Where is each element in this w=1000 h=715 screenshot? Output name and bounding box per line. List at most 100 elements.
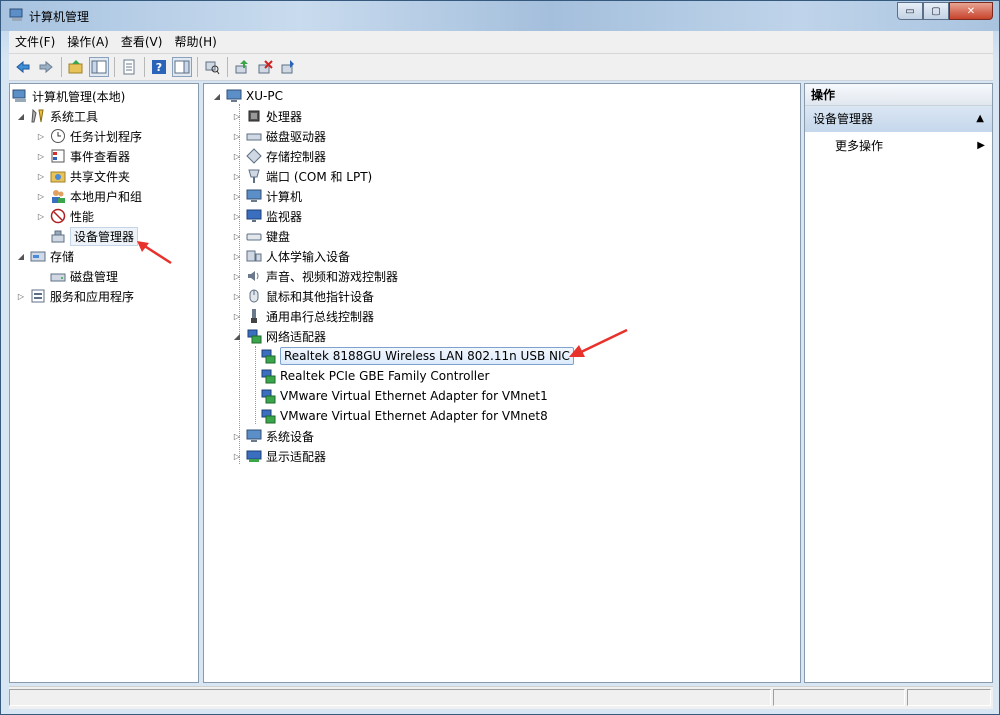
- tree-item-disk-management[interactable]: 磁盘管理: [50, 266, 118, 286]
- show-hide-action-pane-icon[interactable]: [172, 57, 192, 77]
- system-devices-icon: [246, 429, 262, 442]
- device-category[interactable]: ▷ 监视器: [232, 206, 302, 226]
- device-category[interactable]: ▷ 通用串行总线控制器: [232, 306, 374, 326]
- actions-section-device-manager[interactable]: 设备管理器 ▲: [805, 106, 992, 132]
- collapse-up-icon[interactable]: ▲: [976, 106, 984, 132]
- expand-arrow-icon[interactable]: ▷: [232, 170, 242, 182]
- clock-icon: [51, 129, 65, 143]
- device-category[interactable]: ▷ 计算机: [232, 186, 302, 206]
- expand-arrow-icon[interactable]: ▷: [232, 450, 242, 462]
- expand-arrow-icon[interactable]: ▷: [232, 250, 242, 262]
- tree-item-performance[interactable]: ▷ 性能: [36, 206, 94, 226]
- expand-arrow-icon[interactable]: ▷: [16, 290, 26, 302]
- collapse-arrow-icon[interactable]: ◢: [212, 90, 222, 102]
- expand-arrow-icon[interactable]: ▷: [36, 170, 46, 182]
- help-icon[interactable]: ?: [149, 57, 169, 77]
- device-category[interactable]: ▷ 人体学输入设备: [232, 246, 350, 266]
- device-category-network[interactable]: ◢ 网络适配器: [232, 326, 326, 346]
- tree-guide-line: [255, 346, 256, 424]
- more-actions-item[interactable]: 更多操作 ▶: [835, 136, 985, 156]
- expand-arrow-icon[interactable]: ▷: [232, 310, 242, 322]
- tree-item-local-users-groups[interactable]: ▷ 本地用户和组: [36, 186, 142, 206]
- network-adapter-item[interactable]: Realtek 8188GU Wireless LAN 802.11n USB …: [260, 346, 574, 366]
- network-adapter-item[interactable]: VMware Virtual Ethernet Adapter for VMne…: [260, 406, 548, 426]
- menu-view[interactable]: 查看(V): [115, 32, 169, 52]
- adapter-label: VMware Virtual Ethernet Adapter for VMne…: [280, 409, 548, 423]
- scan-hardware-icon[interactable]: [202, 57, 222, 77]
- expand-arrow-icon[interactable]: ▷: [232, 190, 242, 202]
- network-adapter-item[interactable]: VMware Virtual Ethernet Adapter for VMne…: [260, 386, 548, 406]
- menu-file[interactable]: 文件(F): [9, 32, 61, 52]
- submenu-arrow-icon: ▶: [977, 140, 985, 151]
- device-category[interactable]: ▷ 处理器: [232, 106, 302, 126]
- category-label: 通用串行总线控制器: [266, 309, 375, 324]
- device-category[interactable]: ▷ 存储控制器: [232, 146, 326, 166]
- actions-header: 操作: [805, 84, 992, 106]
- expand-arrow-icon[interactable]: ▷: [232, 110, 242, 122]
- forward-icon[interactable]: [36, 57, 56, 77]
- tree-label: 存储: [50, 249, 75, 264]
- device-category[interactable]: ▷ 声音、视频和游戏控制器: [232, 266, 398, 286]
- expand-arrow-icon[interactable]: ▷: [232, 130, 242, 142]
- category-label: 网络适配器: [266, 329, 327, 344]
- expand-arrow-icon[interactable]: ▷: [36, 150, 46, 162]
- console-tree-pane[interactable]: 计算机管理(本地) ◢ 系统工具 ▷ 任务计划程序 ▷ 事件查看器 ▷ 共享文件…: [9, 83, 199, 683]
- mouse-icon: [249, 289, 259, 303]
- toolbar-separator: [227, 57, 228, 77]
- tree-item-storage[interactable]: ◢ 存储: [16, 246, 74, 266]
- storage-controller-icon: [246, 148, 262, 164]
- tree-item-event-viewer[interactable]: ▷ 事件查看器: [36, 146, 130, 166]
- tree-item-device-manager[interactable]: 设备管理器: [50, 226, 139, 246]
- title-bar[interactable]: 计算机管理 ▭ ▢ ✕: [1, 1, 999, 31]
- keyboard-icon: [246, 233, 262, 241]
- uninstall-icon[interactable]: [255, 57, 275, 77]
- expand-arrow-icon[interactable]: ▷: [232, 210, 242, 222]
- monitor-icon: [246, 209, 262, 222]
- svg-text:?: ?: [156, 61, 162, 74]
- status-segment: [773, 689, 905, 706]
- tree-item-task-scheduler[interactable]: ▷ 任务计划程序: [36, 126, 142, 146]
- device-category[interactable]: ▷ 系统设备: [232, 426, 314, 446]
- properties-icon[interactable]: [119, 57, 139, 77]
- device-category[interactable]: ▷ 端口 (COM 和 LPT): [232, 166, 372, 186]
- expand-arrow-icon[interactable]: ▷: [232, 150, 242, 162]
- tree-label: 磁盘管理: [70, 269, 119, 284]
- event-log-icon: [51, 149, 65, 163]
- expand-arrow-icon[interactable]: ▷: [232, 230, 242, 242]
- expand-arrow-icon[interactable]: ▷: [36, 130, 46, 142]
- expand-arrow-icon[interactable]: ▷: [232, 290, 242, 302]
- update-driver-icon[interactable]: [232, 57, 252, 77]
- collapse-arrow-icon[interactable]: ◢: [16, 110, 26, 122]
- network-adapter-item[interactable]: Realtek PCIe GBE Family Controller: [260, 366, 489, 386]
- storage-icon: [30, 251, 46, 262]
- device-tree-pane[interactable]: ◢ XU-PC ▷ 处理器 ▷ 磁盘驱动器 ▷ 存储控制器 ▷ 端口 (COM …: [203, 83, 801, 683]
- collapse-arrow-icon[interactable]: ◢: [16, 250, 26, 262]
- expand-arrow-icon[interactable]: ▷: [232, 270, 242, 282]
- expand-arrow-icon[interactable]: ▷: [232, 430, 242, 442]
- show-hide-tree-icon[interactable]: [89, 57, 109, 77]
- device-root[interactable]: ◢ XU-PC: [212, 86, 283, 106]
- device-category[interactable]: ▷ 显示适配器: [232, 446, 326, 466]
- collapse-arrow-icon[interactable]: ◢: [232, 330, 242, 342]
- enable-device-icon[interactable]: [278, 57, 298, 77]
- network-adapter-icon: [247, 329, 262, 344]
- processor-icon: [248, 110, 260, 122]
- toolbar-separator: [197, 57, 198, 77]
- tree-item-shared-folders[interactable]: ▷ 共享文件夹: [36, 166, 130, 186]
- back-icon[interactable]: [13, 57, 33, 77]
- device-category[interactable]: ▷ 磁盘驱动器: [232, 126, 326, 146]
- device-category[interactable]: ▷ 键盘: [232, 226, 290, 246]
- minimize-button[interactable]: ▭: [897, 2, 923, 20]
- tree-item-system-tools[interactable]: ◢ 系统工具: [16, 106, 98, 126]
- menu-action[interactable]: 操作(A): [61, 32, 115, 52]
- tree-item-services-apps[interactable]: ▷ 服务和应用程序: [16, 286, 134, 306]
- category-label: 磁盘驱动器: [266, 129, 327, 144]
- tree-item-computer-management[interactable]: 计算机管理(本地): [12, 86, 125, 106]
- device-category[interactable]: ▷ 鼠标和其他指针设备: [232, 286, 374, 306]
- menu-help[interactable]: 帮助(H): [168, 32, 222, 52]
- maximize-button[interactable]: ▢: [923, 2, 949, 20]
- up-folder-icon[interactable]: [66, 57, 86, 77]
- expand-arrow-icon[interactable]: ▷: [36, 190, 46, 202]
- close-button[interactable]: ✕: [949, 2, 993, 20]
- expand-arrow-icon[interactable]: ▷: [36, 210, 46, 222]
